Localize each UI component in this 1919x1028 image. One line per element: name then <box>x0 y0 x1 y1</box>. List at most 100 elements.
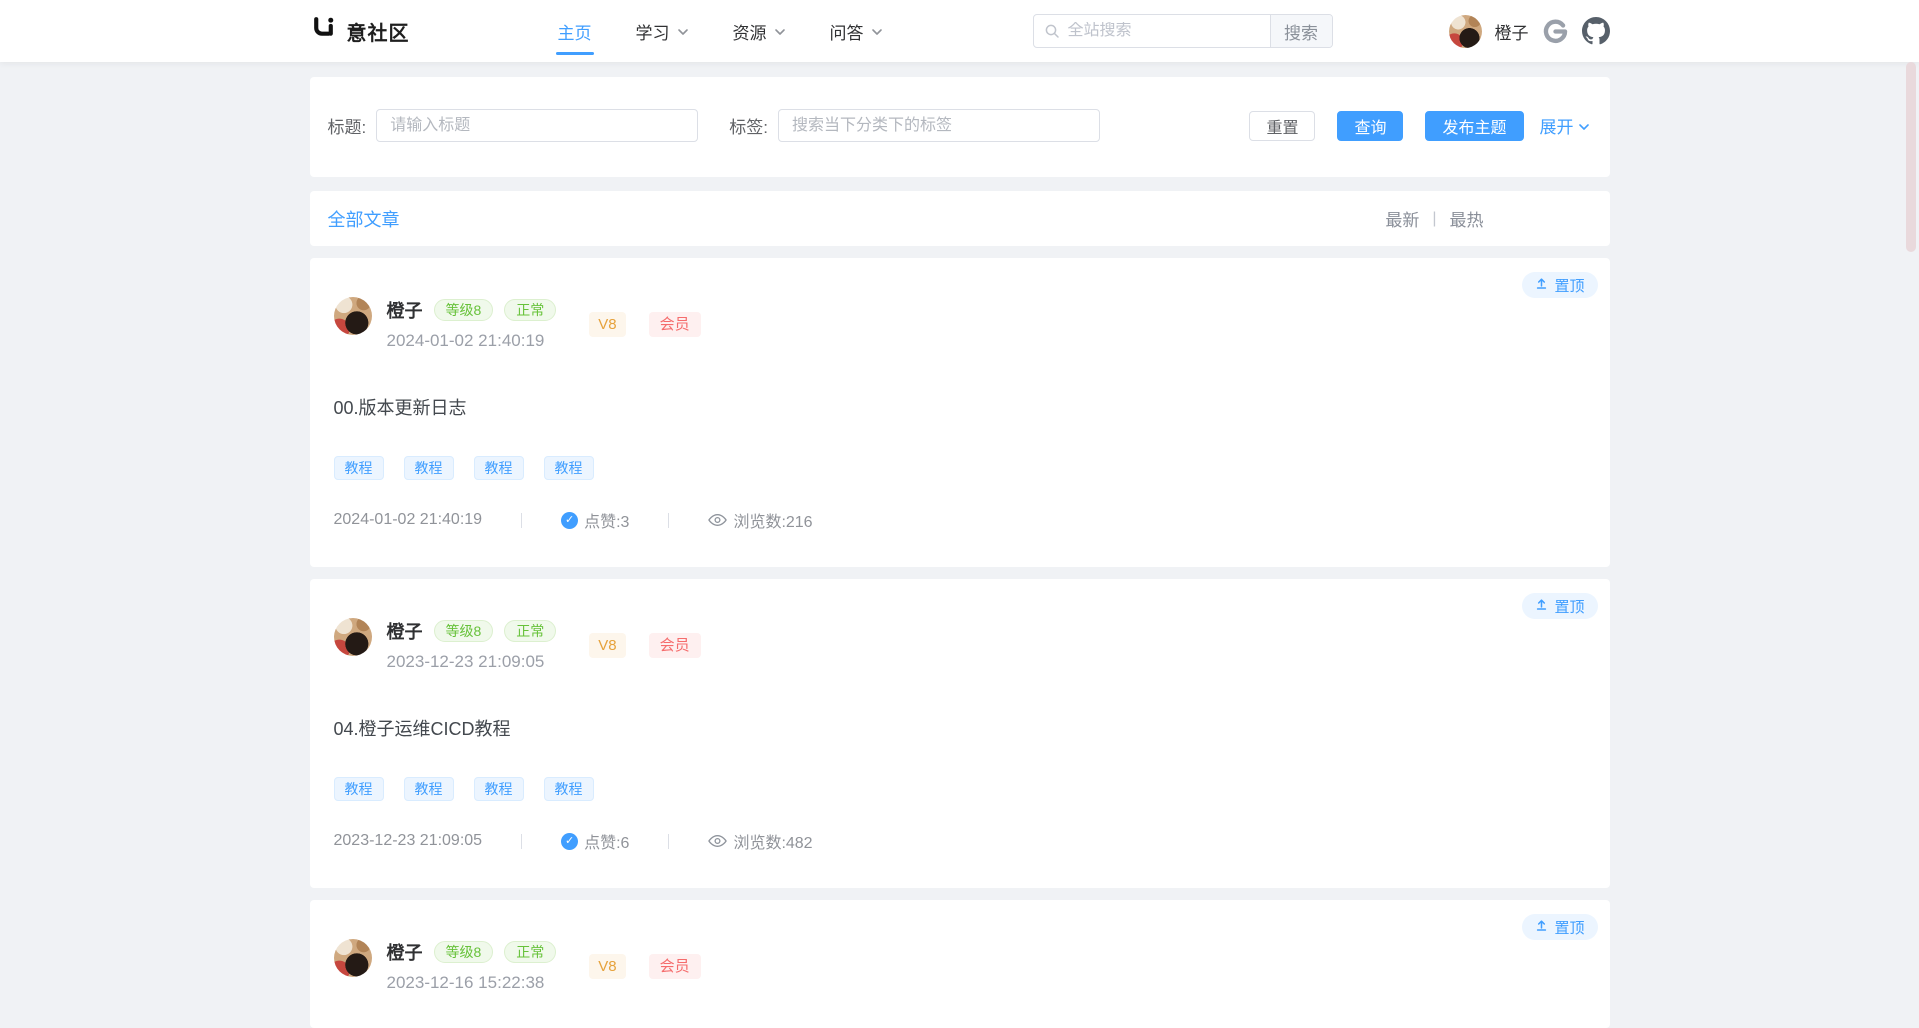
reset-button[interactable]: 重置 <box>1249 111 1315 141</box>
user-avatar[interactable] <box>1449 15 1482 48</box>
level-badge: 等级8 <box>434 620 494 642</box>
post-header: 橙子 等级8 正常 2023-12-23 21:09:05 V8 会员 <box>334 618 1586 672</box>
tag-pill[interactable]: 教程 <box>544 456 594 480</box>
vip-badge: V8 <box>589 312 625 337</box>
author-col: 橙子 等级8 正常 2023-12-16 15:22:38 <box>387 939 557 993</box>
tag-pill[interactable]: 教程 <box>334 456 384 480</box>
sort-hottest[interactable]: 最热 <box>1450 206 1484 231</box>
pin-label: 置顶 <box>1554 596 1584 617</box>
publish-topic-button[interactable]: 发布主题 <box>1425 111 1523 141</box>
author-avatar[interactable] <box>334 618 372 656</box>
post-datetime: 2024-01-02 21:40:19 <box>387 331 557 351</box>
main-menu: 主页 学习 资源 问答 <box>558 0 883 62</box>
footer-divider <box>521 834 522 849</box>
author-avatar[interactable] <box>334 297 372 335</box>
post-card: 置顶 橙子 等级8 正常 2023-12-23 21:09:05 V8 会员 0… <box>310 579 1610 888</box>
likes: ✓ 点赞:6 <box>561 829 629 853</box>
views-count: 浏览数:482 <box>733 829 812 853</box>
author-col: 橙子 等级8 正常 2024-01-02 21:40:19 <box>387 297 557 351</box>
tag-pill[interactable]: 教程 <box>334 777 384 801</box>
chevron-down-icon <box>871 26 883 38</box>
main-container: 标题: 标签: 重置 查询 发布主题 展开 全部文章 最新 | 最热 置 <box>310 77 1610 1028</box>
post-title[interactable]: 00.版本更新日志 <box>334 394 1586 420</box>
footer-date: 2024-01-02 21:40:19 <box>334 511 483 529</box>
scrollbar-thumb[interactable] <box>1906 62 1916 252</box>
navbar-inner: 意社区 主页 学习 资源 问答 搜索 <box>310 0 1610 62</box>
footer-date: 2023-12-23 21:09:05 <box>334 832 483 850</box>
nav-item-home[interactable]: 主页 <box>558 0 592 62</box>
nav-item-resources-label: 资源 <box>733 19 767 44</box>
brand[interactable]: 意社区 <box>310 15 410 47</box>
upload-icon <box>1535 277 1548 294</box>
eye-icon <box>708 834 727 848</box>
post-header: 橙子 等级8 正常 2023-12-16 15:22:38 V8 会员 <box>334 939 1586 993</box>
post-datetime: 2023-12-16 15:22:38 <box>387 973 557 993</box>
like-check-icon: ✓ <box>561 833 578 850</box>
footer-divider <box>521 513 522 528</box>
brand-logo-icon <box>310 15 337 47</box>
title-filter-input[interactable] <box>376 109 698 142</box>
query-button[interactable]: 查询 <box>1337 111 1403 141</box>
post-header: 橙子 等级8 正常 2024-01-02 21:40:19 V8 会员 <box>334 297 1586 351</box>
expand-label: 展开 <box>1540 113 1574 138</box>
post-card: 置顶 橙子 等级8 正常 2024-01-02 21:40:19 V8 会员 0… <box>310 258 1610 567</box>
author-name[interactable]: 橙子 <box>387 297 423 323</box>
author-name[interactable]: 橙子 <box>387 618 423 644</box>
tag-pill[interactable]: 教程 <box>474 777 524 801</box>
sort-newest[interactable]: 最新 <box>1385 206 1419 231</box>
vip-badge: V8 <box>589 954 625 979</box>
tag-pill[interactable]: 教程 <box>544 777 594 801</box>
upload-icon <box>1535 919 1548 936</box>
level-badge: 等级8 <box>434 299 494 321</box>
like-check-icon: ✓ <box>561 512 578 529</box>
author-name[interactable]: 橙子 <box>387 939 423 965</box>
member-badge: 会员 <box>649 633 701 658</box>
pin-button[interactable]: 置顶 <box>1522 272 1597 298</box>
chevron-down-icon <box>1578 121 1590 133</box>
github-icon[interactable] <box>1582 17 1610 45</box>
sort-divider: | <box>1432 210 1436 228</box>
chevron-down-icon <box>677 26 689 38</box>
nav-item-qa[interactable]: 问答 <box>830 0 883 62</box>
tag-filter-field: 标签: <box>729 109 1100 142</box>
site-search: 搜索 <box>1033 14 1333 48</box>
pin-button[interactable]: 置顶 <box>1522 914 1597 940</box>
likes-count: 点赞:6 <box>584 829 629 853</box>
nav-item-learn-label: 学习 <box>636 19 670 44</box>
pin-label: 置顶 <box>1554 275 1584 296</box>
author-avatar[interactable] <box>334 939 372 977</box>
user-name[interactable]: 橙子 <box>1495 19 1529 44</box>
author-row: 橙子 等级8 正常 <box>387 939 557 965</box>
post-card: 置顶 橙子 等级8 正常 2023-12-16 15:22:38 V8 会员 <box>310 900 1610 1028</box>
pin-button[interactable]: 置顶 <box>1522 593 1597 619</box>
list-header-bar: 全部文章 最新 | 最热 <box>310 191 1610 246</box>
nav-item-resources[interactable]: 资源 <box>733 0 786 62</box>
tag-pill[interactable]: 教程 <box>404 777 454 801</box>
vip-badges: V8 会员 <box>589 633 700 658</box>
post-footer: 2023-12-23 21:09:05 ✓ 点赞:6 浏览数:482 <box>334 829 1586 853</box>
all-articles-link[interactable]: 全部文章 <box>328 206 400 232</box>
vip-badges: V8 会员 <box>589 312 700 337</box>
gitee-icon[interactable] <box>1542 18 1569 45</box>
post-footer: 2024-01-02 21:40:19 ✓ 点赞:3 浏览数:216 <box>334 508 1586 532</box>
expand-toggle[interactable]: 展开 <box>1540 113 1590 138</box>
vip-badge: V8 <box>589 633 625 658</box>
nav-item-learn[interactable]: 学习 <box>636 0 689 62</box>
tag-filter-input[interactable] <box>778 109 1100 142</box>
tag-pill[interactable]: 教程 <box>474 456 524 480</box>
search-button[interactable]: 搜索 <box>1270 14 1332 48</box>
vip-badges: V8 会员 <box>589 954 700 979</box>
likes-count: 点赞:3 <box>584 508 629 532</box>
post-datetime: 2023-12-23 21:09:05 <box>387 652 557 672</box>
status-badge: 正常 <box>504 941 556 963</box>
search-input[interactable] <box>1060 22 1270 40</box>
sort-options: 最新 | 最热 <box>1385 206 1609 231</box>
title-filter-field: 标题: <box>328 109 699 142</box>
nav-item-home-label: 主页 <box>558 19 592 44</box>
status-badge: 正常 <box>504 620 556 642</box>
post-title[interactable]: 04.橙子运维CICD教程 <box>334 715 1586 741</box>
footer-divider <box>668 834 669 849</box>
footer-divider <box>668 513 669 528</box>
title-filter-label: 标题: <box>328 113 367 138</box>
tag-pill[interactable]: 教程 <box>404 456 454 480</box>
